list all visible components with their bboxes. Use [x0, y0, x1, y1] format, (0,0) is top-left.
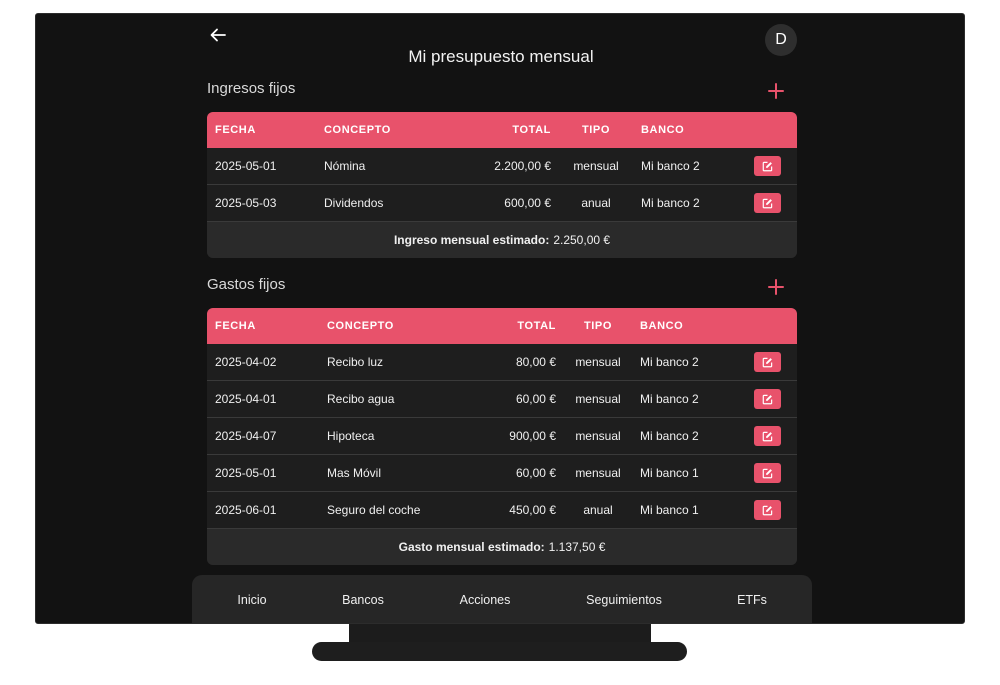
cell-total: 80,00 €: [515, 355, 556, 369]
cell-banco: Mi banco 2: [640, 429, 699, 443]
nav-item-inicio[interactable]: Inicio: [192, 593, 312, 607]
cell-banco: Mi banco 2: [640, 392, 699, 406]
nav-item-bancos[interactable]: Bancos: [312, 593, 414, 607]
edit-button[interactable]: [754, 426, 781, 446]
summary-label: Ingreso mensual estimado:: [393, 233, 550, 247]
cell-tipo: mensual: [575, 355, 621, 369]
edit-button[interactable]: [754, 156, 781, 176]
app-screen: D Mi presupuesto mensual Ingresos fijos …: [36, 14, 964, 623]
nav-item-acciones[interactable]: Acciones: [414, 593, 556, 607]
cell-concepto: Dividendos: [324, 196, 384, 210]
cell-total: 600,00 €: [504, 196, 551, 210]
cell-tipo: mensual: [575, 392, 621, 406]
add-gasto-button[interactable]: [765, 276, 787, 298]
cell-total: 900,00 €: [509, 429, 556, 443]
table-row: 2025-04-07 Hipoteca 900,00 € mensual Mi banc…: [207, 418, 797, 455]
gastos-section-title: Gastos fijos: [207, 276, 286, 293]
edit-icon: [762, 394, 773, 404]
cell-fecha: 2025-06-01: [215, 503, 277, 517]
cell-concepto: Recibo luz: [327, 355, 384, 369]
table-row: 2025-06-01 Seguro del coche 450,00 € anual M…: [207, 492, 797, 529]
edit-button[interactable]: [754, 500, 781, 520]
cell-concepto: Hipoteca: [327, 429, 375, 443]
edit-icon: [762, 431, 773, 441]
ingresos-section-title: Ingresos fijos: [207, 80, 296, 97]
cell-banco: Mi banco 1: [640, 466, 699, 480]
cell-total: 60,00 €: [515, 392, 556, 406]
cell-total: 450,00 €: [509, 503, 556, 517]
cell-fecha: 2025-05-03: [215, 196, 277, 210]
summary-label: Gasto mensual estimado:: [398, 540, 545, 554]
cell-banco: Mi banco 2: [641, 196, 700, 210]
table-row: 2025-05-01 Mas Móvil 60,00 € mensual Mi banc…: [207, 455, 797, 492]
cell-total: 2.200,00 €: [494, 159, 551, 173]
page-title: Mi presupuesto mensual: [408, 47, 594, 66]
cell-tipo: anual: [581, 196, 611, 210]
gastos-summary: Gasto mensual estimado: 1.137,50 €: [207, 529, 797, 565]
cell-tipo: mensual: [575, 429, 621, 443]
column-header-fecha: FECHA: [215, 320, 256, 332]
cell-tipo: mensual: [573, 159, 619, 173]
edit-icon: [762, 505, 773, 515]
table-header: FECHA CONCEPTO TOTAL TIPO BANCO: [207, 308, 797, 344]
nav-item-seguimientos[interactable]: Seguimientos: [556, 593, 692, 607]
arrow-left-icon: [210, 28, 226, 42]
column-header-tipo: TIPO: [581, 124, 611, 136]
ingresos-summary: Ingreso mensual estimado: 2.250,00 €: [207, 222, 797, 258]
edit-button[interactable]: [754, 352, 781, 372]
column-header-banco: BANCO: [640, 320, 684, 332]
edit-button[interactable]: [754, 193, 781, 213]
cell-concepto: Mas Móvil: [327, 466, 382, 480]
table-header: FECHA CONCEPTO TOTAL TIPO BANCO: [207, 112, 797, 148]
cell-banco: Mi banco 2: [641, 159, 700, 173]
bottom-nav: Inicio Bancos Acciones Seguimientos ETFs: [192, 575, 812, 623]
cell-concepto: Nómina: [324, 159, 366, 173]
cell-concepto: Seguro del coche: [327, 503, 421, 517]
plus-icon: [768, 83, 784, 99]
monitor-stand-base: [312, 642, 687, 661]
cell-fecha: 2025-05-01: [215, 159, 277, 173]
table-row: 2025-05-01 Nómina 2.200,00 € mensual Mi banc…: [207, 148, 797, 185]
cell-fecha: 2025-05-01: [215, 466, 277, 480]
edit-icon: [762, 161, 773, 171]
summary-value: 1.137,50 €: [548, 540, 606, 554]
monitor-frame: D Mi presupuesto mensual Ingresos fijos …: [35, 13, 965, 624]
cell-tipo: mensual: [575, 466, 621, 480]
back-button[interactable]: [206, 23, 230, 47]
column-header-concepto: CONCEPTO: [324, 124, 391, 136]
edit-button[interactable]: [754, 389, 781, 409]
cell-banco: Mi banco 1: [640, 503, 699, 517]
cell-total: 60,00 €: [515, 466, 556, 480]
summary-value: 2.250,00 €: [553, 233, 611, 247]
table-row: 2025-05-03 Dividendos 600,00 € anual Mi banc…: [207, 185, 797, 222]
table-row: 2025-04-01 Recibo agua 60,00 € mensual Mi ba…: [207, 381, 797, 418]
edit-icon: [762, 468, 773, 478]
edit-button[interactable]: [754, 463, 781, 483]
column-header-tipo: TIPO: [583, 320, 613, 332]
gastos-table: FECHA CONCEPTO TOTAL TIPO BANCO 2025-04-…: [207, 308, 797, 565]
cell-fecha: 2025-04-02: [215, 355, 277, 369]
column-header-concepto: CONCEPTO: [327, 320, 394, 332]
column-header-total: TOTAL: [517, 320, 556, 332]
add-ingreso-button[interactable]: [765, 80, 787, 102]
cell-tipo: anual: [583, 503, 613, 517]
table-row: 2025-04-02 Recibo luz 80,00 € mensual Mi ban…: [207, 344, 797, 381]
cell-banco: Mi banco 2: [640, 355, 699, 369]
ingresos-table: FECHA CONCEPTO TOTAL TIPO BANCO 2025-05-…: [207, 112, 797, 258]
nav-item-etfs[interactable]: ETFs: [692, 593, 812, 607]
cell-fecha: 2025-04-07: [215, 429, 277, 443]
edit-icon: [762, 357, 773, 367]
cell-concepto: Recibo agua: [327, 392, 395, 406]
column-header-total: TOTAL: [512, 124, 551, 136]
monitor-stand-neck: [349, 624, 651, 644]
edit-icon: [762, 198, 773, 208]
cell-fecha: 2025-04-01: [215, 392, 277, 406]
column-header-fecha: FECHA: [215, 124, 256, 136]
plus-icon: [768, 279, 784, 295]
column-header-banco: BANCO: [641, 124, 685, 136]
